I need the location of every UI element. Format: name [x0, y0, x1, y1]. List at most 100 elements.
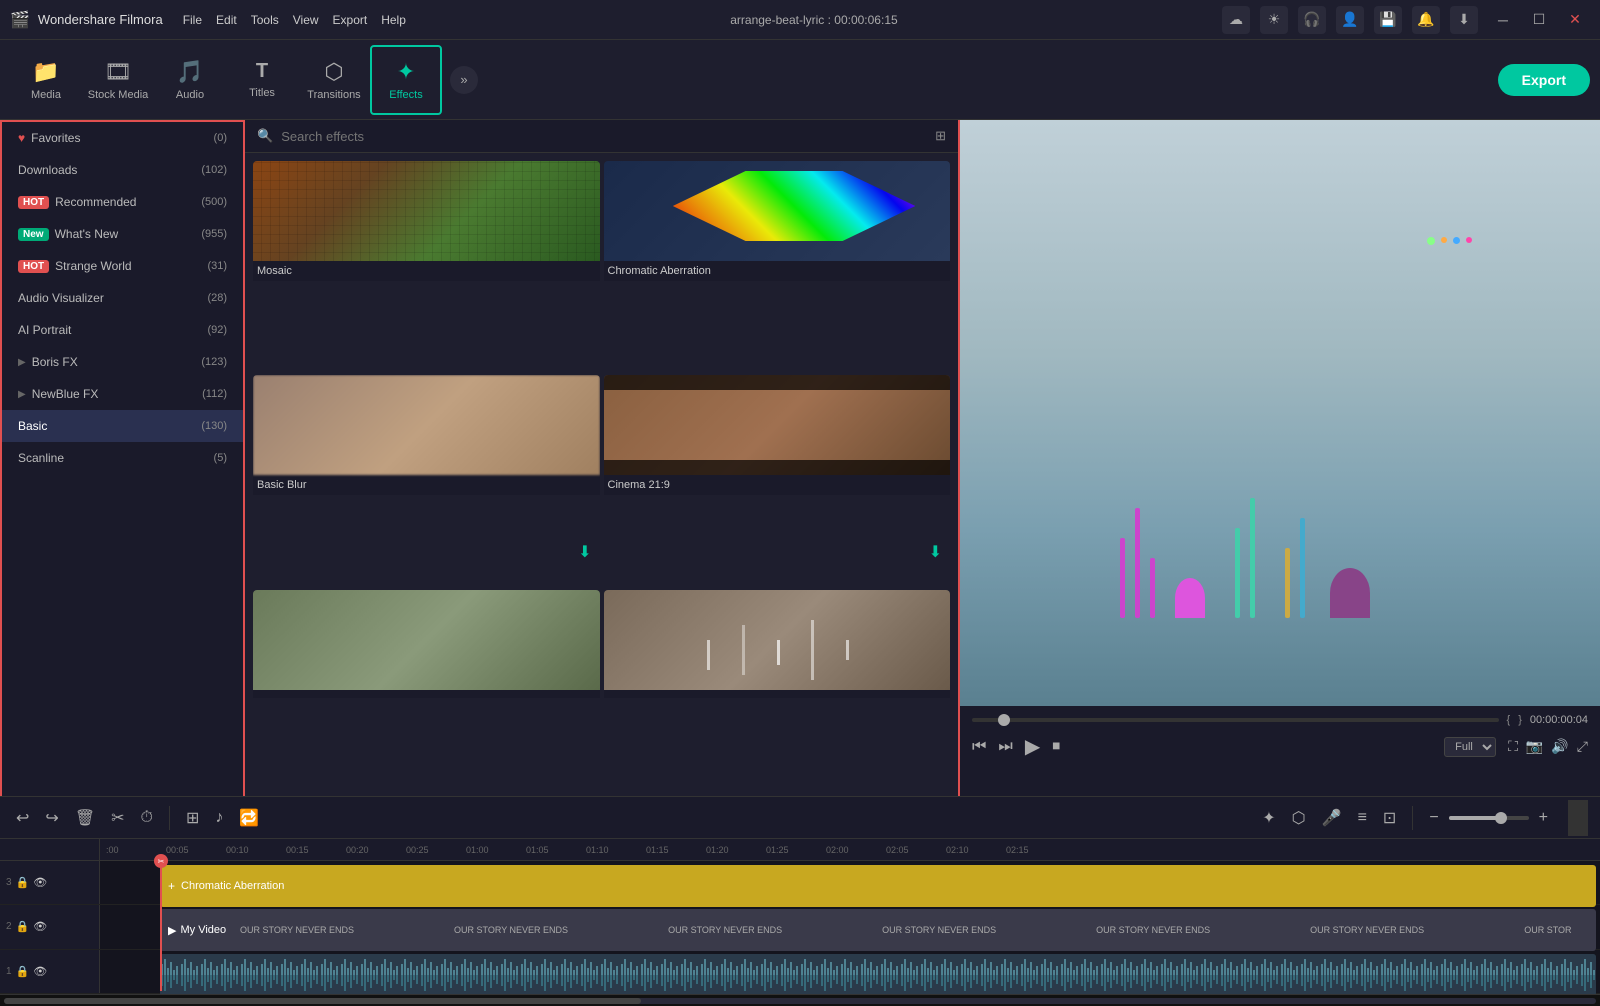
zoom-in-button[interactable]: + [1535, 805, 1552, 831]
track-eye-2[interactable]: 👁 [33, 920, 47, 933]
tool-stock[interactable]: 🎞 Stock Media [82, 45, 154, 115]
menu-file[interactable]: File [183, 13, 202, 27]
fullscreen-toggle-icon[interactable]: ⛶ [1508, 738, 1518, 755]
preview-btn-row: ⏮ ⏭ ▶ ⏹ Full ⛶ 📷 🔊 ⤢ [972, 734, 1588, 759]
scrollbar-track[interactable] [4, 998, 1596, 1004]
mask-icon[interactable]: ⬡ [1288, 804, 1310, 832]
close-button[interactable]: ✕ [1560, 6, 1590, 34]
window-title: arrange-beat-lyric : 00:00:06:15 [406, 13, 1222, 27]
sidebar-item-newblue-fx[interactable]: ▶ NewBlue FX (112) [2, 378, 243, 410]
sidebar-label-favorites: Favorites [31, 131, 213, 145]
track-row-2: 2 🔒 👁 ▶ My Video OUR STORY NEVER ENDS OU… [0, 905, 1600, 949]
ruler-tick-12: 02:00 [824, 845, 884, 855]
loop-button[interactable]: 🔁 [235, 804, 263, 832]
sidebar-item-downloads[interactable]: Downloads (102) [2, 154, 243, 186]
chromatic-aberration-clip[interactable]: + Chromatic Aberration [160, 865, 1596, 907]
sidebar-item-scanline[interactable]: Scanline (5) [2, 442, 243, 474]
toolbar-expand-button[interactable]: » [450, 66, 478, 94]
effect-item-chromatic[interactable]: Chromatic Aberration [604, 161, 951, 371]
sidebar-count-favorites: (0) [214, 132, 227, 144]
skip-to-start-button[interactable]: ⏮ [972, 738, 986, 756]
video-clip-icon: ▶ [168, 924, 176, 937]
mark-out-icon[interactable]: } [1518, 714, 1522, 726]
export-button[interactable]: Export [1498, 64, 1590, 96]
preview-scrubber[interactable]: { } 00:00:00:04 [972, 714, 1588, 726]
tool-titles[interactable]: T Titles [226, 45, 298, 115]
delete-button[interactable]: 🗑 [71, 804, 99, 832]
snap-icon[interactable]: ⊡ [1379, 804, 1400, 832]
timeline-scrollbar[interactable] [0, 994, 1600, 1006]
cloud-icon[interactable]: ☁ [1222, 6, 1250, 34]
minimize-button[interactable]: ─ [1488, 6, 1518, 34]
tool-media[interactable]: 📁 Media [10, 45, 82, 115]
track-content-3: ✂ + Chromatic Aberration [100, 861, 1600, 904]
download-icon[interactable]: ⬇ [1450, 6, 1478, 34]
track-eye-1[interactable]: 👁 [33, 965, 47, 978]
playhead-head[interactable]: ✂ [154, 854, 168, 868]
menu-edit[interactable]: Edit [216, 13, 237, 27]
effect-item-5[interactable] [253, 590, 600, 788]
menu-tools[interactable]: Tools [251, 13, 279, 27]
sidebar-item-basic[interactable]: Basic (130) [2, 410, 243, 442]
menu-export[interactable]: Export [333, 13, 368, 27]
playhead[interactable]: ✂ [160, 861, 162, 991]
mic-icon[interactable]: 🎤 [1318, 804, 1346, 832]
track-lock-2[interactable]: 🔒 [16, 920, 30, 933]
camera-screenshot-icon[interactable]: 📷 [1526, 738, 1543, 755]
sidebar-item-strange-world[interactable]: HOT Strange World (31) [2, 250, 243, 282]
effects-tab-icon: ✦ [397, 59, 415, 85]
video-clip[interactable]: ▶ My Video OUR STORY NEVER ENDS OUR STOR… [160, 909, 1596, 951]
sidebar-item-whats-new[interactable]: New What's New (955) [2, 218, 243, 250]
step-back-button[interactable]: ⏭ [998, 738, 1012, 756]
cut-button[interactable]: ✂ [107, 804, 128, 832]
track-eye-3[interactable]: 👁 [33, 876, 47, 889]
scrubber-track[interactable] [972, 718, 1499, 722]
speed-button[interactable]: ⏱ [137, 805, 157, 831]
expand-preview-icon[interactable]: ⤢ [1577, 738, 1588, 755]
multicam-button[interactable]: ⊞ [182, 804, 203, 832]
effect-thumb-blur [253, 375, 600, 475]
notification-icon[interactable]: 🔔 [1412, 6, 1440, 34]
quality-select[interactable]: Full [1444, 737, 1496, 757]
menu-view[interactable]: View [293, 13, 319, 27]
sidebar-item-audio-visualizer[interactable]: Audio Visualizer (28) [2, 282, 243, 314]
track-lock-1[interactable]: 🔒 [16, 965, 30, 978]
zoom-out-button[interactable]: − [1425, 805, 1442, 831]
redo-button[interactable]: ↪ [41, 804, 62, 832]
sidebar-item-boris-fx[interactable]: ▶ Boris FX (123) [2, 346, 243, 378]
effect-label-5 [253, 690, 600, 698]
effect-item-cinema[interactable]: ⬇ Cinema 21:9 [604, 375, 951, 585]
menu-help[interactable]: Help [381, 13, 406, 27]
track-lock-3[interactable]: 🔒 [16, 876, 30, 889]
zoom-slider-thumb[interactable] [1495, 812, 1507, 824]
zoom-slider[interactable] [1449, 816, 1529, 820]
effect-item-6[interactable] [604, 590, 951, 788]
tool-effects[interactable]: ✦ Effects [370, 45, 442, 115]
tool-transitions[interactable]: ⬡ Transitions [298, 45, 370, 115]
sun-icon[interactable]: ☀ [1260, 6, 1288, 34]
sidebar-item-favorites[interactable]: ♥ Favorites (0) [2, 122, 243, 154]
multitrack-icon[interactable]: ≡ [1354, 805, 1371, 831]
play-button[interactable]: ▶ [1025, 734, 1040, 759]
mark-in-icon[interactable]: { [1507, 714, 1511, 726]
scrollbar-thumb[interactable] [4, 998, 641, 1004]
scrubber-thumb[interactable] [998, 714, 1010, 726]
grid-view-icon[interactable]: ⊞ [935, 128, 946, 144]
effect-item-mosaic[interactable]: Mosaic [253, 161, 600, 371]
headphone-icon[interactable]: 🎧 [1298, 6, 1326, 34]
sidebar-item-recommended[interactable]: HOT Recommended (500) [2, 186, 243, 218]
volume-icon[interactable]: 🔊 [1551, 738, 1568, 755]
undo-button[interactable]: ↩ [12, 804, 33, 832]
tool-effects-label: Effects [389, 89, 422, 101]
save-icon[interactable]: 💾 [1374, 6, 1402, 34]
audio-clip[interactable] [160, 954, 1596, 994]
tool-audio[interactable]: 🎵 Audio [154, 45, 226, 115]
sidebar-item-ai-portrait[interactable]: AI Portrait (92) [2, 314, 243, 346]
stop-button[interactable]: ⏹ [1052, 738, 1060, 756]
user-icon[interactable]: 👤 [1336, 6, 1364, 34]
search-input[interactable] [281, 129, 927, 144]
maximize-button[interactable]: ☐ [1524, 6, 1554, 34]
effect-item-basic-blur[interactable]: ⬇ Basic Blur [253, 375, 600, 585]
beat-sync-button[interactable]: ♪ [211, 805, 227, 831]
effects-track-icon[interactable]: ✦ [1258, 804, 1279, 832]
